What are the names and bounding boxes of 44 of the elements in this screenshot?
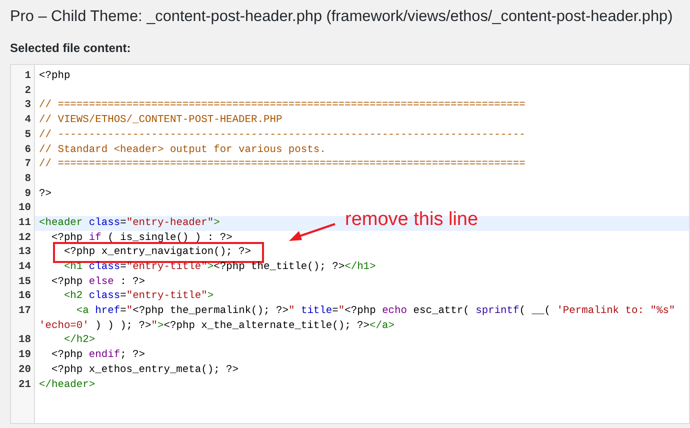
line-number: 19 — [18, 349, 31, 362]
line-number: 14 — [18, 261, 31, 274]
line-number: 15 — [18, 276, 31, 288]
code-line: <?php x_entry_navigation(); ?> — [62, 246, 252, 258]
code-line: <a href="<?php the_permalink(); ?>" title="<?php echo esc_attr( sprintf( __( 'Permalink to: "%s" — [75, 305, 676, 318]
code-line: 'echo=0' ) ) ); ?>"><?php x_the_alternate_title(); ?></a> — [39, 320, 394, 332]
line-number: 10 — [18, 202, 31, 214]
line-number: 9 — [24, 188, 31, 200]
line-number: 8 — [24, 172, 31, 185]
line-number: 13 — [18, 246, 31, 258]
code-line: <?php x_ethos_entry_meta(); ?> — [50, 364, 239, 376]
line-number: 12 — [18, 232, 31, 244]
code-line: <?php — [39, 70, 70, 82]
code-editor[interactable] — [10, 64, 690, 424]
code-line: // =========================================================================== — [39, 99, 526, 112]
line-number: 20 — [18, 364, 31, 376]
line-number: 21 — [18, 378, 31, 391]
code-line: // VIEWS/ETHOS/_CONTENT-POST-HEADER.PHP — [39, 114, 282, 126]
line-number: 16 — [18, 290, 31, 302]
code-line: // =========================================================================== — [39, 158, 526, 170]
code-line: <?php else : ?> — [50, 276, 146, 288]
line-number: 4 — [24, 114, 31, 126]
line-number: 2 — [24, 84, 31, 97]
line-number: 7 — [24, 158, 31, 170]
code-line: <?php endif; ?> — [50, 349, 146, 362]
section-label: Selected file content: — [10, 40, 131, 58]
code-line: <h1 class="entry-title"><?php the_title(); ?></h1> — [62, 261, 376, 274]
code-line: <h2 class="entry-title"> — [62, 290, 214, 302]
code-line: <?php if ( is_single() ) : ?> — [50, 232, 232, 244]
code-line: </header> — [39, 378, 96, 391]
line-number: 5 — [24, 128, 31, 141]
code-line: ?> — [39, 188, 52, 200]
code-line: // Standard <header> output for various posts. — [39, 144, 326, 156]
line-number: 1 — [24, 70, 31, 82]
code-line: // --------------------------------------------------------------------------- — [39, 128, 526, 141]
page-title: Pro – Child Theme: _content-post-header.php (framework/views/ethos/_content-post-header.php) — [10, 7, 673, 27]
line-number: 11 — [18, 216, 31, 229]
line-number: 17 — [18, 305, 31, 318]
line-number: 18 — [18, 334, 31, 346]
annotation-text: remove this line — [345, 208, 478, 232]
line-number: 3 — [24, 99, 31, 112]
line-number: 6 — [24, 144, 31, 156]
code-line: </h2> — [62, 334, 96, 346]
code-line: <header class="entry-header"> — [39, 216, 220, 229]
